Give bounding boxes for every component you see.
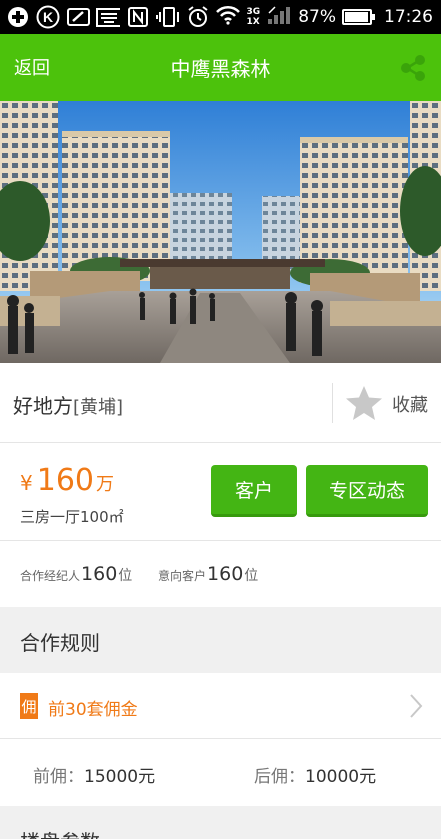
title-bar: 返回 中鹰黑森林	[0, 34, 441, 101]
svg-text:K: K	[43, 9, 53, 25]
zone-news-button[interactable]: 专区动态	[306, 465, 428, 517]
battery-percent: 87%	[298, 7, 336, 27]
commission-badge: 佣	[20, 693, 38, 719]
share-icon	[401, 55, 425, 81]
before-commission-label: 前佣：	[33, 767, 84, 787]
interested-clients-unit: 位	[244, 568, 259, 584]
unit-layout: 三房一厅100㎡	[20, 508, 124, 526]
favorite-label: 收藏	[392, 395, 428, 416]
plus-icon	[6, 5, 30, 29]
cooperation-rules-header: 合作规则	[0, 607, 441, 673]
chevron-right-icon	[410, 694, 423, 718]
partner-agents-label: 合作经纪人	[20, 569, 81, 583]
property-name-row: 好地方[黄埔] 收藏	[0, 363, 441, 443]
k-icon: K	[36, 5, 60, 29]
client-button[interactable]: 客户	[211, 465, 297, 517]
alarm-icon	[186, 5, 210, 29]
page-title: 中鹰黑森林	[170, 57, 271, 81]
commission-row[interactable]: 佣 前30套佣金	[0, 673, 441, 739]
network-3g-label: 3G	[246, 7, 261, 17]
status-bar: K 3G 1X 87% 17:26	[0, 0, 441, 34]
before-commission: 前佣：15000元	[33, 762, 155, 787]
edit-icon	[66, 5, 90, 29]
commission-text: 前30套佣金	[48, 700, 138, 720]
status-system: 3G 1X 87% 17:26	[215, 0, 433, 34]
after-commission-value: 10000元	[305, 767, 377, 787]
network-1x-label: 1X	[246, 17, 260, 27]
interested-clients-label: 意向客户	[158, 569, 207, 583]
property-params-header: 楼盘参数	[0, 806, 441, 839]
commission-detail-row: 前佣：15000元 后佣：10000元	[0, 739, 441, 806]
battery-level	[345, 12, 368, 22]
after-commission: 后佣：10000元	[254, 762, 376, 787]
stats-row: 合作经纪人 160 位 意向客户 160 位	[0, 541, 441, 607]
divider	[332, 383, 333, 423]
property-params-title: 楼盘参数	[20, 826, 100, 839]
share-button[interactable]	[398, 53, 428, 83]
price-value: 160	[36, 463, 94, 498]
clock: 17:26	[384, 7, 433, 27]
nfc-icon	[126, 5, 150, 29]
interested-clients-count: 160	[207, 563, 244, 585]
partner-agents-count: 160	[81, 563, 118, 585]
signal-icon	[266, 4, 292, 31]
wifi-icon	[215, 4, 241, 31]
interested-clients-stat: 意向客户 160 位	[158, 563, 258, 585]
property-district: [黄埔]	[73, 397, 124, 418]
partner-agents-stat: 合作经纪人 160 位	[20, 563, 132, 585]
before-commission-value: 15000元	[84, 767, 156, 787]
price-row: ¥ 160 万 三房一厅100㎡ 客户 专区动态	[0, 443, 441, 541]
property-title: 好地方	[13, 394, 73, 418]
price: ¥ 160 万	[20, 463, 114, 498]
keyboard-icon	[96, 5, 120, 29]
network-type: 3G 1X	[247, 7, 261, 27]
price-unit: 万	[96, 474, 114, 495]
vibrate-icon	[156, 5, 180, 29]
partner-agents-unit: 位	[118, 568, 133, 584]
status-notifications: K	[6, 5, 210, 29]
favorite-button[interactable]: 收藏	[334, 363, 441, 443]
price-currency: ¥	[20, 471, 33, 495]
property-photo	[0, 101, 441, 363]
property-name: 好地方[黄埔]	[13, 390, 123, 419]
star-icon	[346, 386, 382, 420]
battery-icon	[342, 9, 375, 25]
after-commission-label: 后佣：	[254, 767, 305, 787]
cooperation-rules-title: 合作规则	[20, 631, 100, 655]
